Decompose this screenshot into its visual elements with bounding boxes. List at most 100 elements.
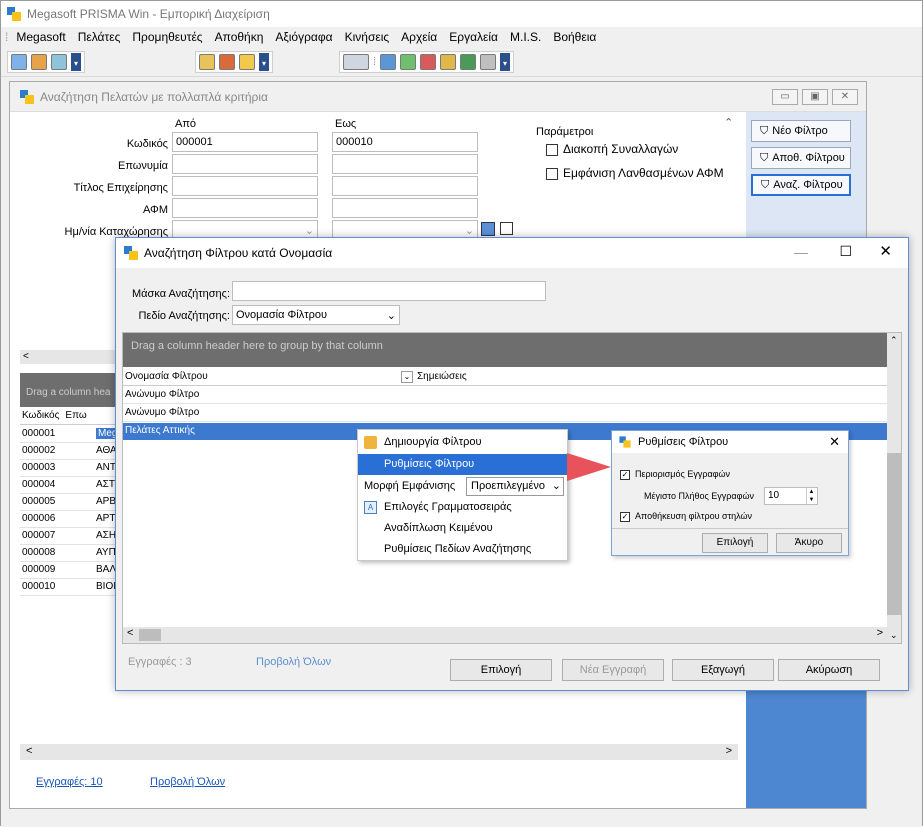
save-filter-button[interactable]: ⛉ Αποθ. Φίλτρου <box>751 147 851 169</box>
col-notes-header[interactable]: Σημειώσεις <box>417 371 467 382</box>
screen-icon[interactable] <box>380 54 397 70</box>
display-format-select[interactable]: Προεπιλεγμένο ⌄ <box>466 477 564 496</box>
minimize-icon[interactable]: — <box>794 244 808 260</box>
toolbar-dropdown-2[interactable]: ▾ <box>259 53 269 71</box>
table-row[interactable]: 000001 Meg <box>20 426 120 443</box>
code-from-input[interactable]: 000001 <box>172 132 318 152</box>
menu-item-filter-settings[interactable]: Ρυθμίσεις Φίλτρου <box>358 454 567 475</box>
records-link[interactable]: Εγγραφές: 10 <box>36 776 103 788</box>
name-from-input[interactable] <box>172 154 318 174</box>
scroll-left-icon[interactable]: < <box>26 745 32 759</box>
menu-help[interactable]: Βοήθεια <box>547 30 602 44</box>
menu-securities[interactable]: Αξιόγραφα <box>269 30 338 44</box>
table-row[interactable]: 000003 ΑΝΤ <box>20 460 120 477</box>
window-icon[interactable] <box>51 54 67 70</box>
search-filter-button[interactable]: ⛉ Αναζ. Φίλτρου <box>751 174 851 196</box>
scroll-right-icon[interactable]: > <box>726 745 732 759</box>
col-filter-name-header[interactable]: Ονομασία Φίλτρου <box>125 371 208 382</box>
stop-transactions-box[interactable] <box>546 143 558 156</box>
menu-tools[interactable]: Εργαλεία <box>443 30 504 44</box>
filter-cancel-button[interactable]: Ακύρωση <box>778 659 880 681</box>
restore-button[interactable]: ▣ <box>802 89 828 105</box>
menu-item-font-options[interactable]: A Επιλογές Γραμματοσειράς <box>358 497 567 518</box>
filter-row[interactable]: Ανώνυμο Φίλτρο <box>123 387 887 404</box>
menu-customers[interactable]: Πελάτες <box>72 30 127 44</box>
table-row[interactable]: 000009 ΒΑΛ <box>20 562 120 579</box>
calendar-icon[interactable] <box>420 54 437 70</box>
view-all-link[interactable]: Προβολή Όλων <box>150 776 225 788</box>
menu-item-search-fields[interactable]: Ρυθμίσεις Πεδίων Αναζήτησης <box>358 539 567 560</box>
field-select[interactable]: Ονομασία Φίλτρου ⌄ <box>232 305 400 325</box>
filter-view-all[interactable]: Προβολή Όλων <box>256 656 331 668</box>
scroll-left-icon[interactable]: < <box>127 627 133 639</box>
limit-records-box[interactable]: ✓ <box>620 469 630 480</box>
column-chooser-icon[interactable]: ⌄ <box>401 371 413 383</box>
image-icon[interactable] <box>460 54 477 70</box>
menu-transactions[interactable]: Κινήσεις <box>339 30 396 44</box>
filter-h-scrollbar[interactable]: < > <box>123 627 887 643</box>
close-icon[interactable]: ✕ <box>879 242 892 260</box>
menu-mis[interactable]: M.I.S. <box>504 30 547 44</box>
contacts-icon[interactable] <box>199 54 215 70</box>
save-columns-checkbox[interactable]: ✓ Αποθήκευση φίλτρου στηλών <box>620 511 752 522</box>
scroll-right-icon[interactable]: > <box>877 627 883 639</box>
table-row[interactable]: 000005 ΑΡΒ <box>20 494 120 511</box>
h-scrollbar-bottom[interactable]: < > <box>20 744 738 760</box>
stop-transactions-checkbox[interactable]: Διακοπή Συναλλαγών <box>546 142 678 156</box>
close-icon[interactable]: ✕ <box>829 434 840 450</box>
v-scrollbar[interactable]: ⌃ ⌄ <box>887 333 901 643</box>
h-scrollbar-top[interactable]: < <box>20 350 120 364</box>
calculator-icon[interactable] <box>11 54 27 70</box>
code-to-input[interactable]: 000010 <box>332 132 478 152</box>
printer-icon[interactable] <box>480 54 497 70</box>
table-row[interactable]: 000002 ΑΘΑ <box>20 443 120 460</box>
filter-new-button[interactable]: Νέα Εγγραφή <box>562 659 664 681</box>
filter-export-button[interactable]: Εξαγωγή <box>672 659 774 681</box>
toolbar-dropdown-3[interactable]: ▾ <box>500 53 511 71</box>
afm-from-input[interactable] <box>172 198 318 218</box>
edit-icon[interactable] <box>440 54 457 70</box>
menu-suppliers[interactable]: Προμηθευτές <box>126 30 208 44</box>
refresh-icon[interactable] <box>400 54 417 70</box>
business-title-from-input[interactable] <box>172 176 318 196</box>
menu-warehouse[interactable]: Αποθήκη <box>209 30 270 44</box>
maximize-icon[interactable]: ☐ <box>839 243 852 260</box>
filter-select-button[interactable]: Επιλογή <box>450 659 552 681</box>
table-row[interactable]: 000006 ΑΡΤ <box>20 511 120 528</box>
chart-icon[interactable] <box>31 54 47 70</box>
col-code-header[interactable]: Κωδικός <box>22 410 59 422</box>
table-row[interactable]: 000008 ΑΥΠ <box>20 545 120 562</box>
name-to-input[interactable] <box>332 154 478 174</box>
save-columns-box[interactable]: ✓ <box>620 511 630 522</box>
menu-item-wrap-text[interactable]: Αναδίπλωση Κειμένου <box>358 518 567 539</box>
col-name-header[interactable]: Επω <box>65 410 86 422</box>
menu-item-create-filter[interactable]: Δημιουργία Φίλτρου <box>358 432 567 453</box>
business-title-to-input[interactable] <box>332 176 478 196</box>
new-filter-button[interactable]: ⛉ Νέο Φίλτρο <box>751 120 851 142</box>
minimize-button[interactable]: ▭ <box>772 89 798 105</box>
box-icon[interactable] <box>219 54 235 70</box>
toolbar-dropdown-1[interactable]: ▾ <box>71 53 81 71</box>
spinner-icon[interactable]: ▲ ▼ <box>806 488 816 504</box>
max-records-input[interactable]: 10 ▲ ▼ <box>764 487 818 505</box>
menu-item-display-format[interactable]: Μορφή Εμφάνισης Προεπιλεγμένο ⌄ <box>358 476 567 497</box>
table-row[interactable]: 000010 ΒΙΟΙ <box>20 579 120 596</box>
date-range-checkbox[interactable] <box>500 222 513 235</box>
wrong-afm-checkbox[interactable]: Εμφάνιση Λανθασμένων ΑΦΜ <box>546 166 724 180</box>
menu-files[interactable]: Αρχεία <box>395 30 443 44</box>
wrong-afm-box[interactable] <box>546 167 558 180</box>
folder-icon[interactable] <box>239 54 255 70</box>
menu-megasoft[interactable]: Megasoft <box>10 30 71 44</box>
settings-cancel-button[interactable]: Άκυρο <box>776 533 842 553</box>
calendar-picker-icon[interactable] <box>481 222 495 236</box>
table-row[interactable]: 000007 ΑΣΗ <box>20 528 120 545</box>
limit-records-checkbox[interactable]: ✓ Περιορισμός Εγγραφών <box>620 469 730 480</box>
mask-input[interactable] <box>232 281 546 301</box>
settings-select-button[interactable]: Επιλογή <box>702 533 768 553</box>
close-button[interactable]: ✕ <box>832 89 858 105</box>
table-row[interactable]: 000004 ΑΣΤ <box>20 477 120 494</box>
filter-row[interactable]: Ανώνυμο Φίλτρο <box>123 405 887 422</box>
afm-to-input[interactable] <box>332 198 478 218</box>
print-icon[interactable] <box>343 54 369 70</box>
scroll-up-icon[interactable]: ⌃ <box>724 116 733 129</box>
